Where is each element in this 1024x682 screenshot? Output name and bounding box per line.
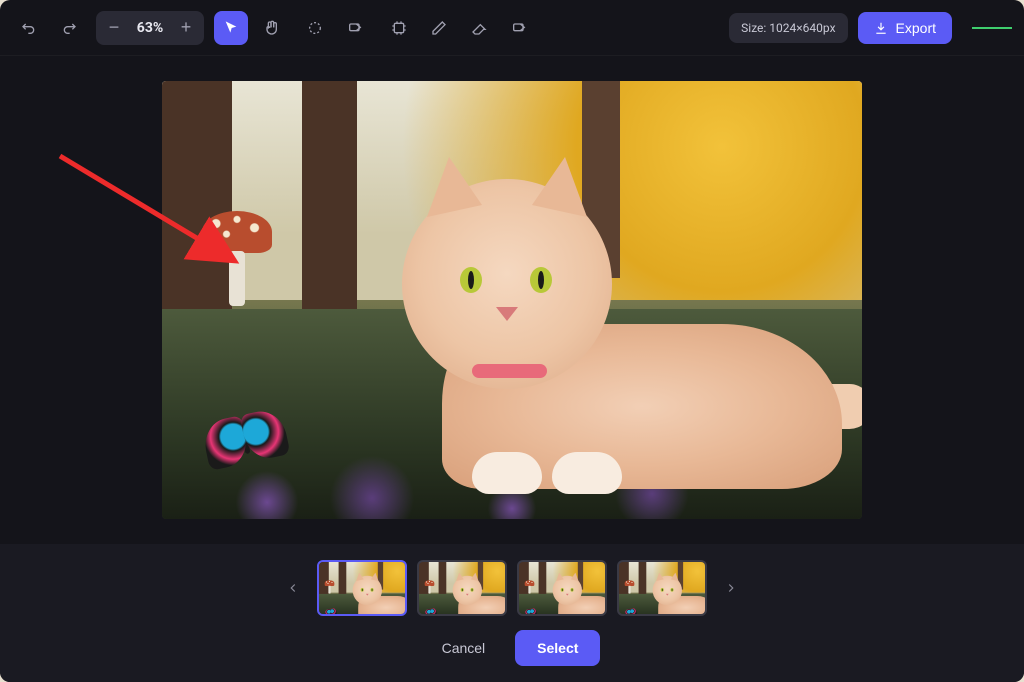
variant-thumbnail-4[interactable] [617,560,707,616]
eraser-tool-button[interactable] [462,11,496,45]
pan-tool-button[interactable] [254,11,288,45]
export-label: Export [896,20,936,36]
chevron-left-icon [286,581,300,595]
pencil-icon [431,20,447,36]
zoom-group: − 63% + [96,11,204,45]
canvas-size-label: Size: 1024×640px [729,13,847,43]
lasso-tool-button[interactable] [298,11,332,45]
zoom-percent-label: 63% [128,20,172,36]
eraser-icon [471,20,487,36]
redo-button[interactable] [52,11,86,45]
pointer-icon [223,20,239,36]
select-button[interactable]: Select [515,630,600,666]
variant-thumbnail-3[interactable] [517,560,607,616]
pointer-tool-button[interactable] [214,11,248,45]
erase-select-tool-button[interactable] [338,11,372,45]
edit-tool-group [382,11,536,45]
delete-tool-button[interactable] [502,11,536,45]
transform-icon [391,20,407,36]
download-icon [874,21,888,35]
delete-icon [511,20,527,36]
redo-icon [61,20,77,36]
pencil-tool-button[interactable] [422,11,456,45]
top-toolbar: − 63% + [0,0,1024,56]
transform-tool-button[interactable] [382,11,416,45]
zoom-out-button[interactable]: − [100,13,128,43]
variant-thumbnail-2[interactable] [417,560,507,616]
next-variant-button[interactable] [717,574,745,602]
chevron-right-icon [724,581,738,595]
undo-icon [21,20,37,36]
image-editor-app: − 63% + [0,0,1024,682]
zoom-in-button[interactable]: + [172,13,200,43]
mask-tool-group [298,11,372,45]
select-tool-group [214,11,288,45]
export-button[interactable]: Export [858,12,952,44]
variant-thumbnail-1[interactable] [317,560,407,616]
prev-variant-button[interactable] [279,574,307,602]
undo-button[interactable] [12,11,46,45]
circle-select-icon [307,20,323,36]
cancel-button[interactable]: Cancel [424,630,504,666]
canvas-area[interactable] [0,56,1024,544]
hand-icon [263,20,279,36]
variant-picker: Cancel Select [0,544,1024,682]
action-row: Cancel Select [424,630,601,666]
thumbnail-row [279,560,745,616]
main-image[interactable] [162,81,862,519]
progress-indicator [972,27,1012,29]
erase-select-icon [347,20,363,36]
history-group [12,11,86,45]
